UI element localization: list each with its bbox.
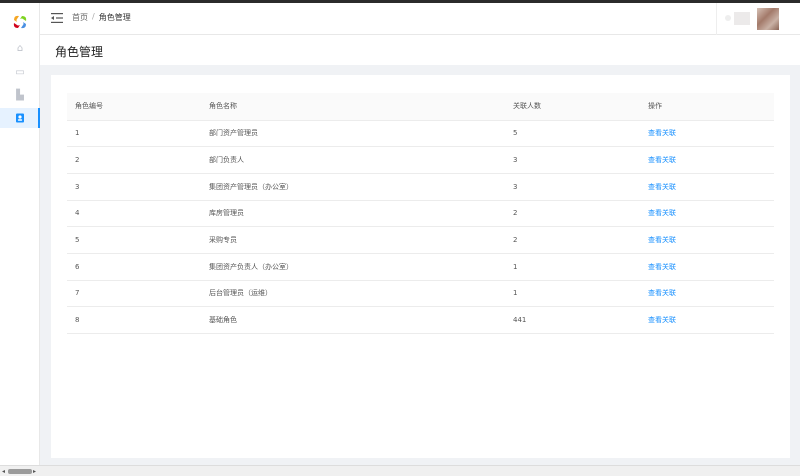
- cell-member-count: 3: [505, 173, 640, 201]
- breadcrumb-separator: /: [92, 12, 95, 21]
- cell-member-count: 5: [505, 120, 640, 148]
- cell-member-count: 2: [505, 226, 640, 254]
- cell-role-name: 集团资产负责人（办公室）: [201, 253, 505, 281]
- view-association-link[interactable]: 查看关联: [648, 209, 676, 217]
- cell-role-name: 采购专员: [201, 226, 505, 254]
- table-row: 6 集团资产负责人（办公室） 1 查看关联: [67, 253, 774, 281]
- user-area: [716, 3, 800, 35]
- user-badge-icon: [16, 113, 24, 123]
- header-actions: 操作: [640, 93, 774, 120]
- menu-fold-icon[interactable]: [51, 12, 63, 24]
- table-row: 5 采购专员 2 查看关联: [67, 226, 774, 254]
- page-title: 角色管理: [55, 45, 104, 59]
- cell-role-name: 部门资产管理员: [201, 120, 505, 148]
- cell-role-id: 1: [67, 120, 201, 148]
- cell-member-count: 1: [505, 253, 640, 281]
- cell-role-name: 基础角色: [201, 306, 505, 334]
- avatar[interactable]: [757, 8, 779, 30]
- header-member-count: 关联人数: [505, 93, 640, 120]
- cell-role-id: 4: [67, 200, 201, 228]
- cell-role-id: 3: [67, 173, 201, 201]
- scroll-left-arrow-icon[interactable]: ◂: [2, 469, 5, 475]
- username[interactable]: [734, 12, 750, 25]
- cell-role-id: 7: [67, 280, 201, 308]
- cell-role-name: 库房管理员: [201, 200, 505, 228]
- table-header-row: 角色编号 角色名称 关联人数 操作: [67, 93, 774, 120]
- sidebar: ⌂ ▭ ▙: [0, 3, 40, 465]
- breadcrumb-current: 角色管理: [98, 13, 131, 22]
- breadcrumb-home-link[interactable]: 首页: [72, 12, 88, 23]
- notification-icon[interactable]: [725, 15, 731, 21]
- sidebar-item-home[interactable]: ⌂: [0, 38, 40, 58]
- header-role-id: 角色编号: [67, 93, 201, 120]
- cell-member-count: 441: [505, 306, 640, 334]
- app-logo[interactable]: [10, 12, 30, 32]
- view-association-link[interactable]: 查看关联: [648, 183, 676, 191]
- table-row: 8 基础角色 441 查看关联: [67, 306, 774, 334]
- cell-role-id: 5: [67, 226, 201, 254]
- view-association-link[interactable]: 查看关联: [648, 263, 676, 271]
- top-header: 首页 / 角色管理: [40, 3, 800, 35]
- cell-role-id: 6: [67, 253, 201, 281]
- content-card: 角色编号 角色名称 关联人数 操作 1 部门资产管理员 5 查看关联 2 部门负…: [51, 75, 790, 458]
- table-row: 1 部门资产管理员 5 查看关联: [67, 120, 774, 148]
- breadcrumb: 首页 / 角色管理: [72, 12, 131, 23]
- view-association-link[interactable]: 查看关联: [648, 316, 676, 324]
- table-row: 7 后台管理员（运维） 1 查看关联: [67, 280, 774, 308]
- header-role-name: 角色名称: [201, 93, 505, 120]
- table-row: 2 部门负责人 3 查看关联: [67, 146, 774, 174]
- sidebar-item-document[interactable]: ▭: [0, 62, 40, 82]
- cell-role-name: 部门负责人: [201, 146, 505, 174]
- view-association-link[interactable]: 查看关联: [648, 129, 676, 137]
- view-association-link[interactable]: 查看关联: [648, 156, 676, 164]
- view-association-link[interactable]: 查看关联: [648, 289, 676, 297]
- cell-role-id: 8: [67, 306, 201, 334]
- view-association-link[interactable]: 查看关联: [648, 236, 676, 244]
- page-title-bar: 角色管理: [40, 35, 800, 65]
- sidebar-item-chart[interactable]: ▙: [0, 85, 40, 105]
- cell-role-name: 后台管理员（运维）: [201, 280, 505, 308]
- cell-member-count: 3: [505, 146, 640, 174]
- scroll-right-arrow-icon[interactable]: ▸: [33, 469, 36, 475]
- cell-role-id: 2: [67, 146, 201, 174]
- cell-role-name: 集团资产管理员（办公室）: [201, 173, 505, 201]
- cell-member-count: 1: [505, 280, 640, 308]
- role-table: 角色编号 角色名称 关联人数 操作 1 部门资产管理员 5 查看关联 2 部门负…: [67, 93, 774, 334]
- cell-member-count: 2: [505, 200, 640, 228]
- sidebar-item-role[interactable]: [0, 108, 40, 128]
- table-row: 3 集团资产管理员（办公室） 3 查看关联: [67, 173, 774, 201]
- horizontal-scrollbar[interactable]: ◂ ▸: [0, 465, 800, 476]
- home-icon: ⌂: [16, 42, 24, 54]
- table-row: 4 库房管理员 2 查看关联: [67, 200, 774, 228]
- document-icon: ▭: [15, 66, 25, 78]
- scrollbar-thumb[interactable]: [8, 469, 32, 474]
- chart-icon: ▙: [16, 89, 24, 101]
